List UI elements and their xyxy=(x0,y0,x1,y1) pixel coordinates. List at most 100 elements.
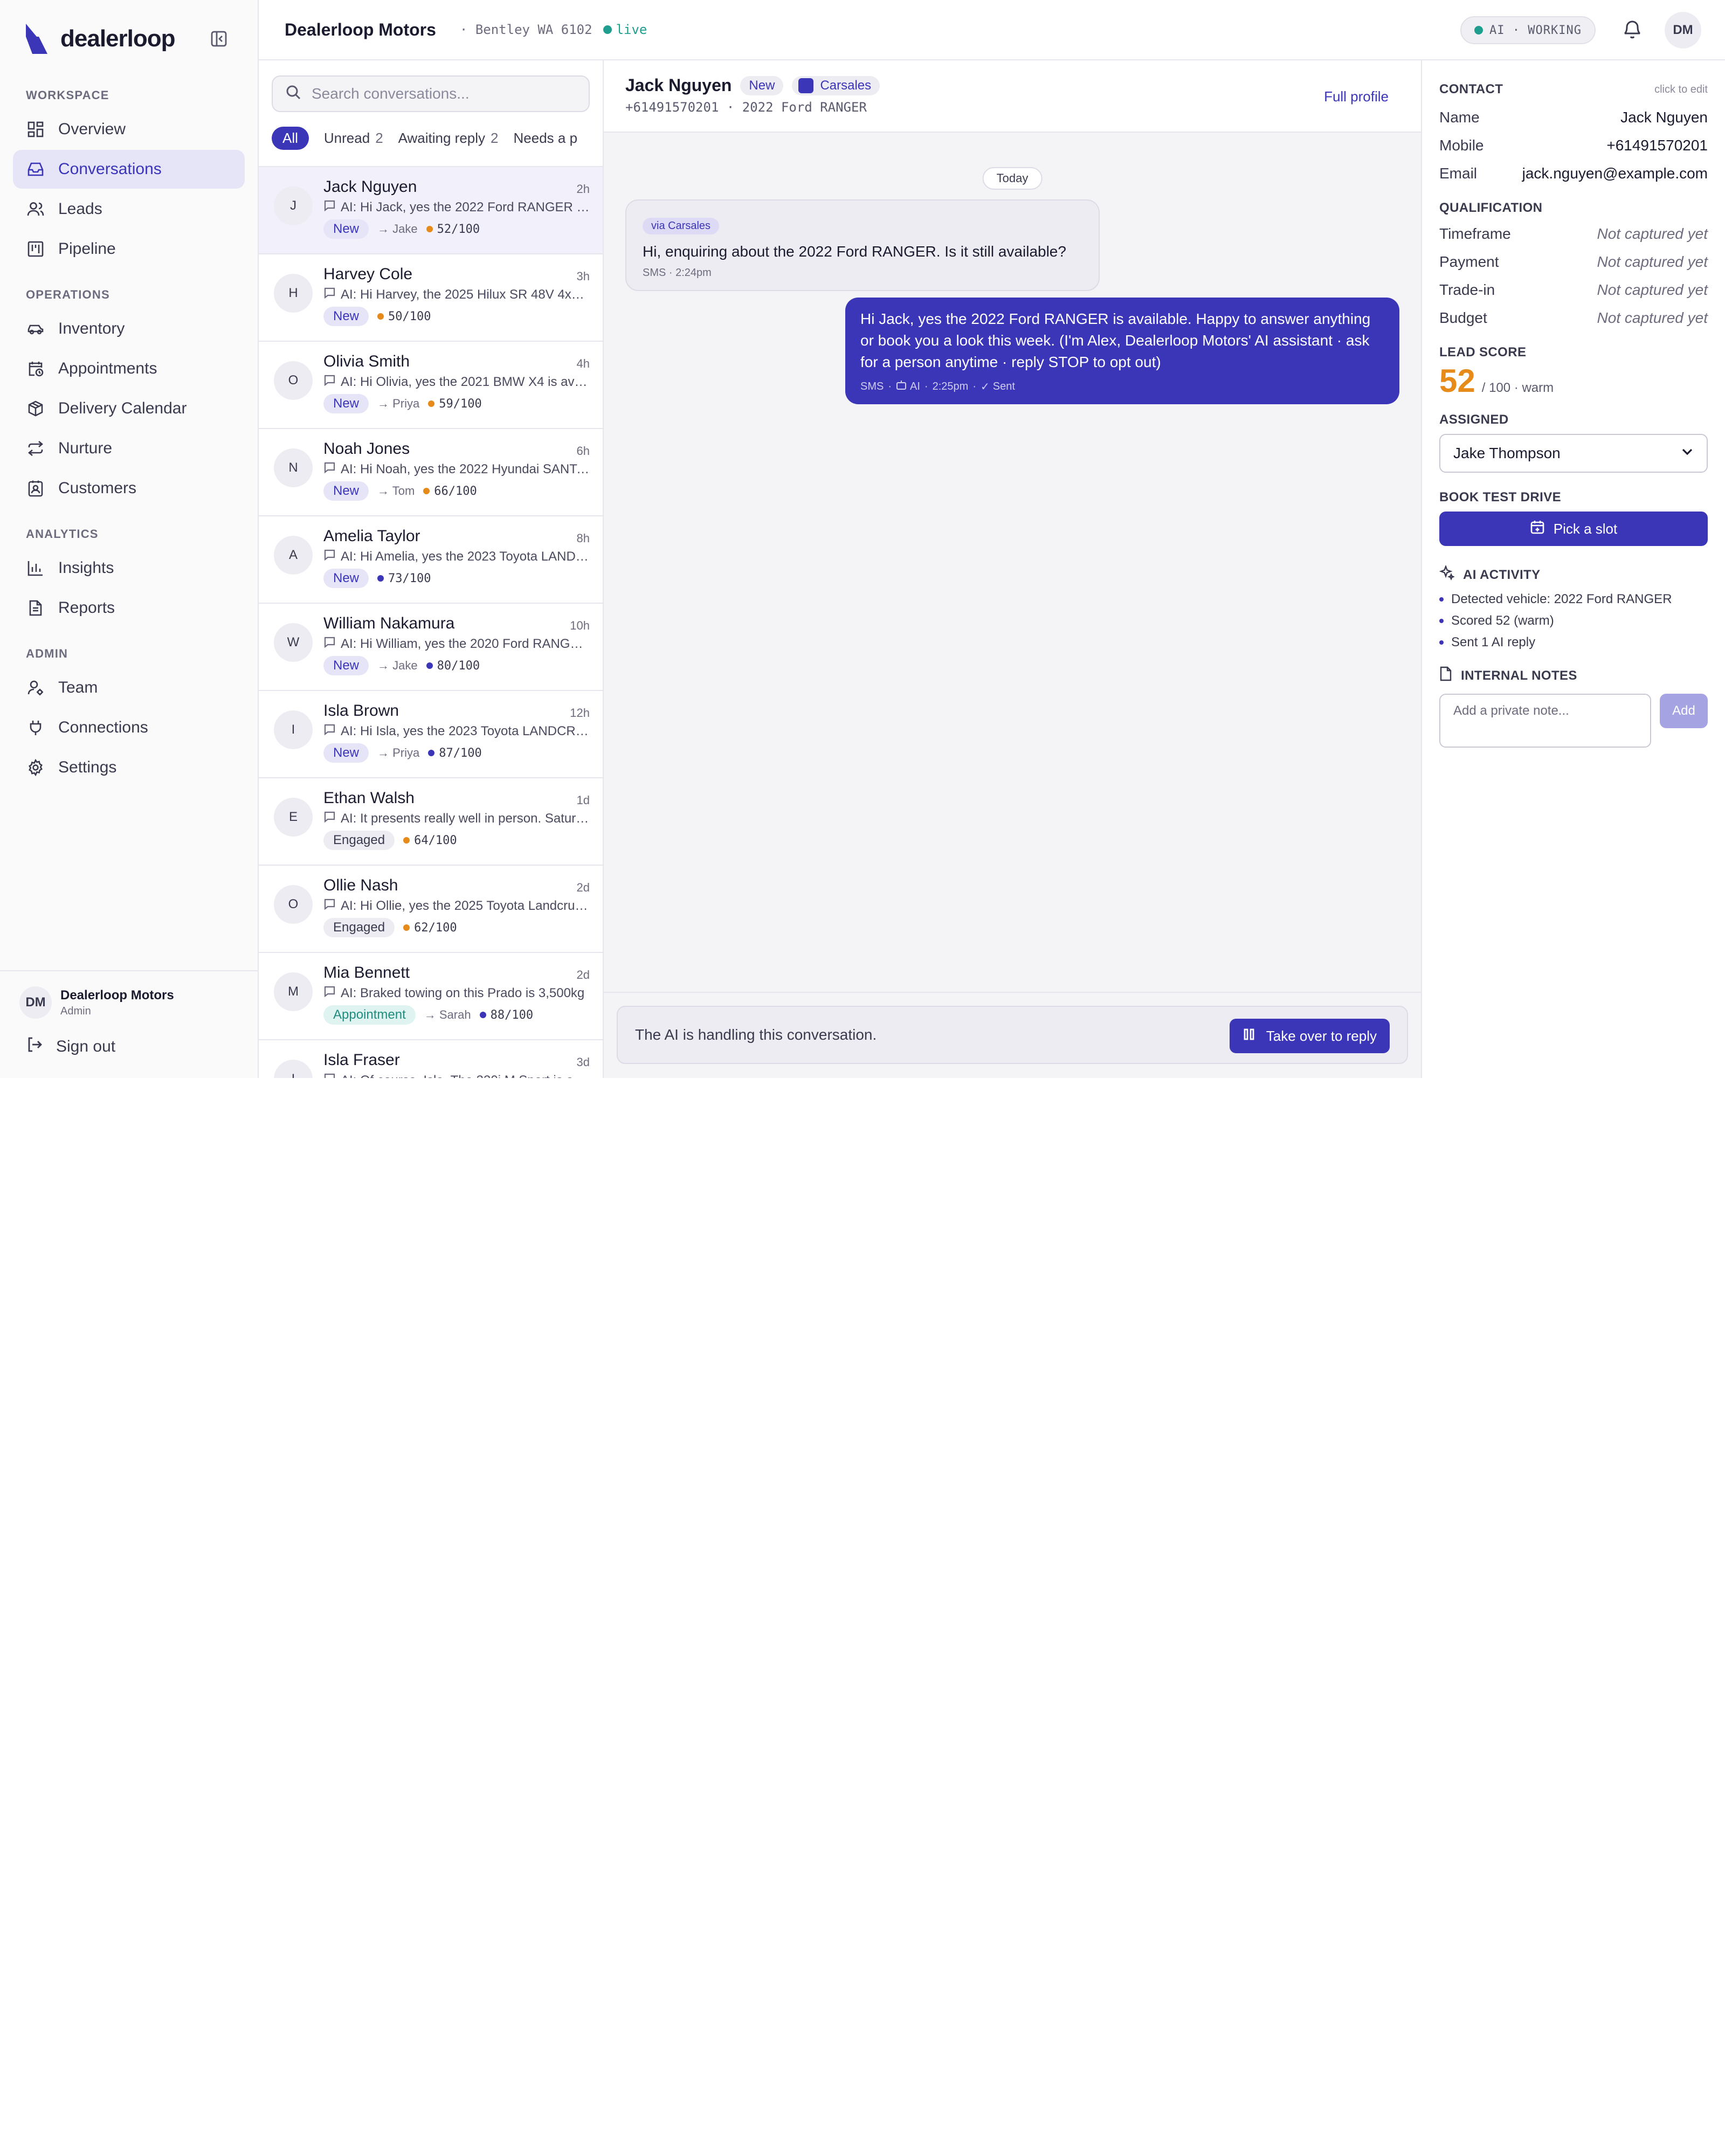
brand-name: dealerloop xyxy=(60,25,176,52)
field-timeframe[interactable]: Timeframe Not captured yet xyxy=(1439,220,1708,248)
sidebar-item-label: Nurture xyxy=(58,439,113,457)
profile[interactable]: DM Dealerloop Motors Admin xyxy=(0,971,258,1029)
conversation-row[interactable]: A Amelia Taylor AI: Hi Amelia, yes the 2… xyxy=(259,516,603,604)
sidebar-item-pipeline[interactable]: Pipeline xyxy=(13,230,245,268)
conversation-name: Amelia Taylor xyxy=(323,527,420,545)
field-value: +61491570201 xyxy=(1606,137,1708,154)
field-payment[interactable]: Payment Not captured yet xyxy=(1439,248,1708,276)
preview-text: AI: Hi Olivia, yes the 2021 BMW X4 is av… xyxy=(341,374,590,389)
sidebar-item-appointments[interactable]: Appointments xyxy=(13,349,245,388)
ai-handling-text: The AI is handling this conversation. xyxy=(635,1026,877,1043)
sidebar-item-overview[interactable]: Overview xyxy=(13,110,245,149)
conversation-preview: AI: Hi Noah, yes the 2022 Hyundai SANTA … xyxy=(323,461,590,477)
conversation-row[interactable]: E Ethan Walsh AI: It presents really wel… xyxy=(259,778,603,866)
preview-text: AI: Hi Isla, yes the 2023 Toyota LANDCRU… xyxy=(341,723,590,738)
conversation-row[interactable]: N Noah Jones AI: Hi Noah, yes the 2022 H… xyxy=(259,429,603,516)
message-icon xyxy=(323,985,335,1001)
filter-tab-awaiting-reply[interactable]: Awaiting reply 2 xyxy=(398,130,499,147)
conversation-body: William Nakamura AI: Hi William, yes the… xyxy=(323,614,590,690)
field-label: Timeframe xyxy=(1439,225,1511,242)
sidebar-item-label: Pipeline xyxy=(58,240,116,258)
sidebar: dealerloop WORKSPACE Overview Conversation… xyxy=(0,0,259,1078)
sidebar-item-conversations[interactable]: Conversations xyxy=(13,150,245,189)
sidebar-item-customers[interactable]: Customers xyxy=(13,469,245,508)
avatar: W xyxy=(274,623,313,662)
sidebar-item-reports[interactable]: Reports xyxy=(13,589,245,627)
conversation-preview: AI: Hi Harvey, the 2025 Hilux SR 48V 4x4… xyxy=(323,287,590,302)
field-name[interactable]: Name Jack Nguyen xyxy=(1439,103,1708,132)
assigned-select[interactable]: Jake Thompson xyxy=(1439,434,1708,473)
avatar: I xyxy=(274,710,313,749)
sidebar-item-settings[interactable]: Settings xyxy=(13,748,245,787)
conversation-row[interactable]: O Ollie Nash AI: Hi Ollie, yes the 2025 … xyxy=(259,866,603,953)
field-mobile[interactable]: Mobile +61491570201 xyxy=(1439,132,1708,160)
grid-icon xyxy=(26,120,45,139)
conversation-tags: New → Tom 66/100 xyxy=(323,481,590,501)
sidebar-item-nurture[interactable]: Nurture xyxy=(13,429,245,468)
sidebar-item-delivery-calendar[interactable]: Delivery Calendar xyxy=(13,389,245,428)
stage-badge: New xyxy=(323,481,369,501)
pause-icon xyxy=(1243,1028,1255,1045)
sidebar-item-team[interactable]: Team xyxy=(13,668,245,707)
field-label: Mobile xyxy=(1439,137,1484,154)
pick-slot-label: Pick a slot xyxy=(1553,520,1618,537)
collapse-sidebar-icon[interactable] xyxy=(208,28,230,50)
contact-icon xyxy=(26,479,45,498)
sidebar-item-leads[interactable]: Leads xyxy=(13,190,245,229)
sidebar-item-label: Team xyxy=(58,679,98,696)
filter-label: Needs a p xyxy=(513,129,578,146)
sidebar-item-insights[interactable]: Insights xyxy=(13,549,245,588)
chat-footer: The AI is handling this conversation. Ta… xyxy=(604,992,1421,1078)
stage-badge: Engaged xyxy=(323,918,395,937)
bot-icon xyxy=(896,379,907,393)
take-over-button[interactable]: Take over to reply xyxy=(1229,1019,1390,1053)
add-note-button[interactable]: Add xyxy=(1659,694,1708,728)
note-input[interactable] xyxy=(1439,694,1651,748)
bell-icon[interactable] xyxy=(1622,18,1643,40)
message-icon xyxy=(323,723,335,739)
user-avatar[interactable]: DM xyxy=(1665,12,1701,49)
date-divider: Today xyxy=(982,167,1043,190)
assignee: → Jake xyxy=(377,659,418,672)
sign-out-button[interactable]: Sign out xyxy=(0,1029,258,1064)
conversation-row[interactable]: I Isla Brown AI: Hi Isla, yes the 2023 T… xyxy=(259,691,603,778)
field-budget[interactable]: Budget Not captured yet xyxy=(1439,304,1708,332)
pick-slot-button[interactable]: Pick a slot xyxy=(1439,512,1708,546)
conversation-row[interactable]: H Harvey Cole AI: Hi Harvey, the 2025 Hi… xyxy=(259,254,603,342)
filter-tab-all[interactable]: All xyxy=(272,126,309,150)
search-box[interactable] xyxy=(272,75,590,112)
kanban-icon xyxy=(26,239,45,259)
conversation-time: 1d xyxy=(576,793,590,807)
ai-status-badge[interactable]: AI · WORKING xyxy=(1460,16,1596,44)
field-email[interactable]: Email jack.nguyen@example.com xyxy=(1439,160,1708,188)
sidebar-item-connections[interactable]: Connections xyxy=(13,708,245,747)
full-profile-link[interactable]: Full profile xyxy=(1324,88,1389,105)
conversation-row[interactable]: J Jack Nguyen AI: Hi Jack, yes the 2022 … xyxy=(259,167,603,254)
message-icon xyxy=(323,811,335,826)
conversation-tags: Engaged 64/100 xyxy=(323,831,590,850)
click-to-edit-link[interactable]: click to edit xyxy=(1654,84,1708,96)
sidebar-footer: DM Dealerloop Motors Admin Sign out xyxy=(0,970,258,1078)
field-trade-in[interactable]: Trade-in Not captured yet xyxy=(1439,276,1708,304)
file-text-icon xyxy=(26,598,45,618)
search-input[interactable] xyxy=(312,85,570,102)
sidebar-item-label: Conversations xyxy=(58,160,162,178)
conversation-row[interactable]: W William Nakamura AI: Hi William, yes t… xyxy=(259,604,603,691)
contact-name: Jack Nguyen xyxy=(625,75,732,95)
ai-activity-item: Scored 52 (warm) xyxy=(1439,610,1708,632)
field-label: Budget xyxy=(1439,309,1487,326)
filter-tab-needs-a-p[interactable]: Needs a p xyxy=(514,130,578,147)
filter-label: Unread xyxy=(323,129,370,146)
user-cog-icon xyxy=(26,678,45,697)
score-dot-icon xyxy=(403,924,410,931)
filter-tab-unread[interactable]: Unread 2 xyxy=(324,130,383,147)
avatar: A xyxy=(274,536,313,575)
conversation-time: 6h xyxy=(576,444,590,458)
sidebar-item-inventory[interactable]: Inventory xyxy=(13,309,245,348)
preview-text: AI: It presents really well in person. S… xyxy=(341,811,590,826)
source-badge: Carsales xyxy=(792,75,880,95)
conversation-row[interactable]: M Mia Bennett AI: Braked towing on this … xyxy=(259,953,603,1040)
conversation-row[interactable]: O Olivia Smith AI: Hi Olivia, yes the 20… xyxy=(259,342,603,429)
conversation-row[interactable]: I Isla Fraser AI: Of course, Isla. The 3… xyxy=(259,1040,603,1078)
conversation-tags: New → Priya 59/100 xyxy=(323,394,590,413)
